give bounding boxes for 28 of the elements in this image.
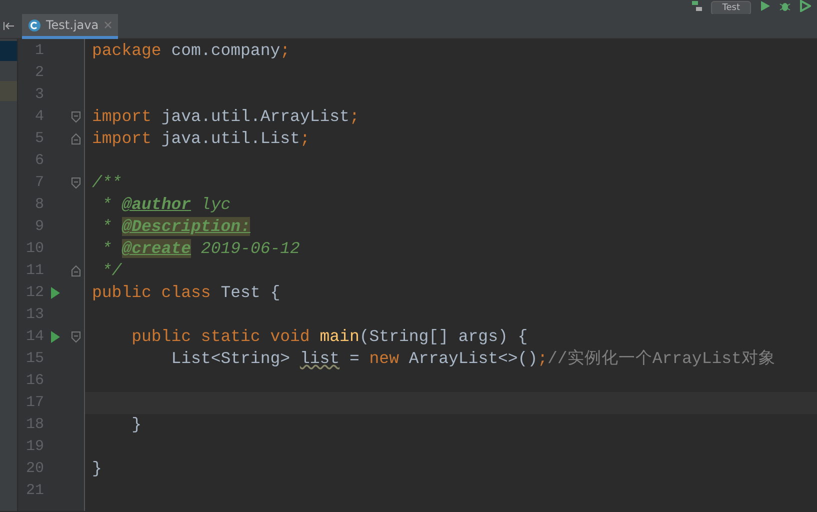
code-line: */: [100, 260, 122, 282]
code-line: List<String> list = new ArrayList<>();//实例化一个ArrayList对象: [170, 348, 776, 370]
fold-icon[interactable]: [70, 133, 80, 145]
binary-icon[interactable]: [691, 0, 704, 12]
code-line: * @create 2019-06-12: [100, 238, 300, 260]
code-line: }: [130, 414, 142, 436]
code-line: package com.company;: [91, 40, 290, 62]
code-line: import java.util.ArrayList;: [91, 106, 360, 128]
code-line: }: [91, 458, 102, 480]
class-icon: [28, 18, 41, 32]
fold-icon[interactable]: [70, 177, 80, 189]
editor-tab[interactable]: Test.java: [22, 14, 118, 39]
code-line: public class Test {: [91, 282, 280, 304]
code-line: /**: [91, 172, 122, 194]
code-line: * @author lyc: [100, 194, 231, 216]
run-config-dropdown[interactable]: Test: [711, 1, 751, 14]
run-icon[interactable]: [759, 0, 771, 12]
code-line: import java.util.List;: [91, 128, 310, 150]
fold-icon[interactable]: [70, 111, 80, 123]
fold-icon[interactable]: [70, 265, 80, 277]
run-icon[interactable]: [50, 331, 60, 343]
run-icon[interactable]: [50, 287, 60, 299]
collapse-panel-icon[interactable]: [3, 21, 15, 31]
close-icon[interactable]: [104, 21, 112, 29]
bug-icon[interactable]: [779, 0, 791, 12]
fold-icon[interactable]: [70, 331, 80, 343]
coverage-icon[interactable]: [799, 0, 811, 12]
code-line: public static void main(String[] args) {: [130, 326, 528, 348]
